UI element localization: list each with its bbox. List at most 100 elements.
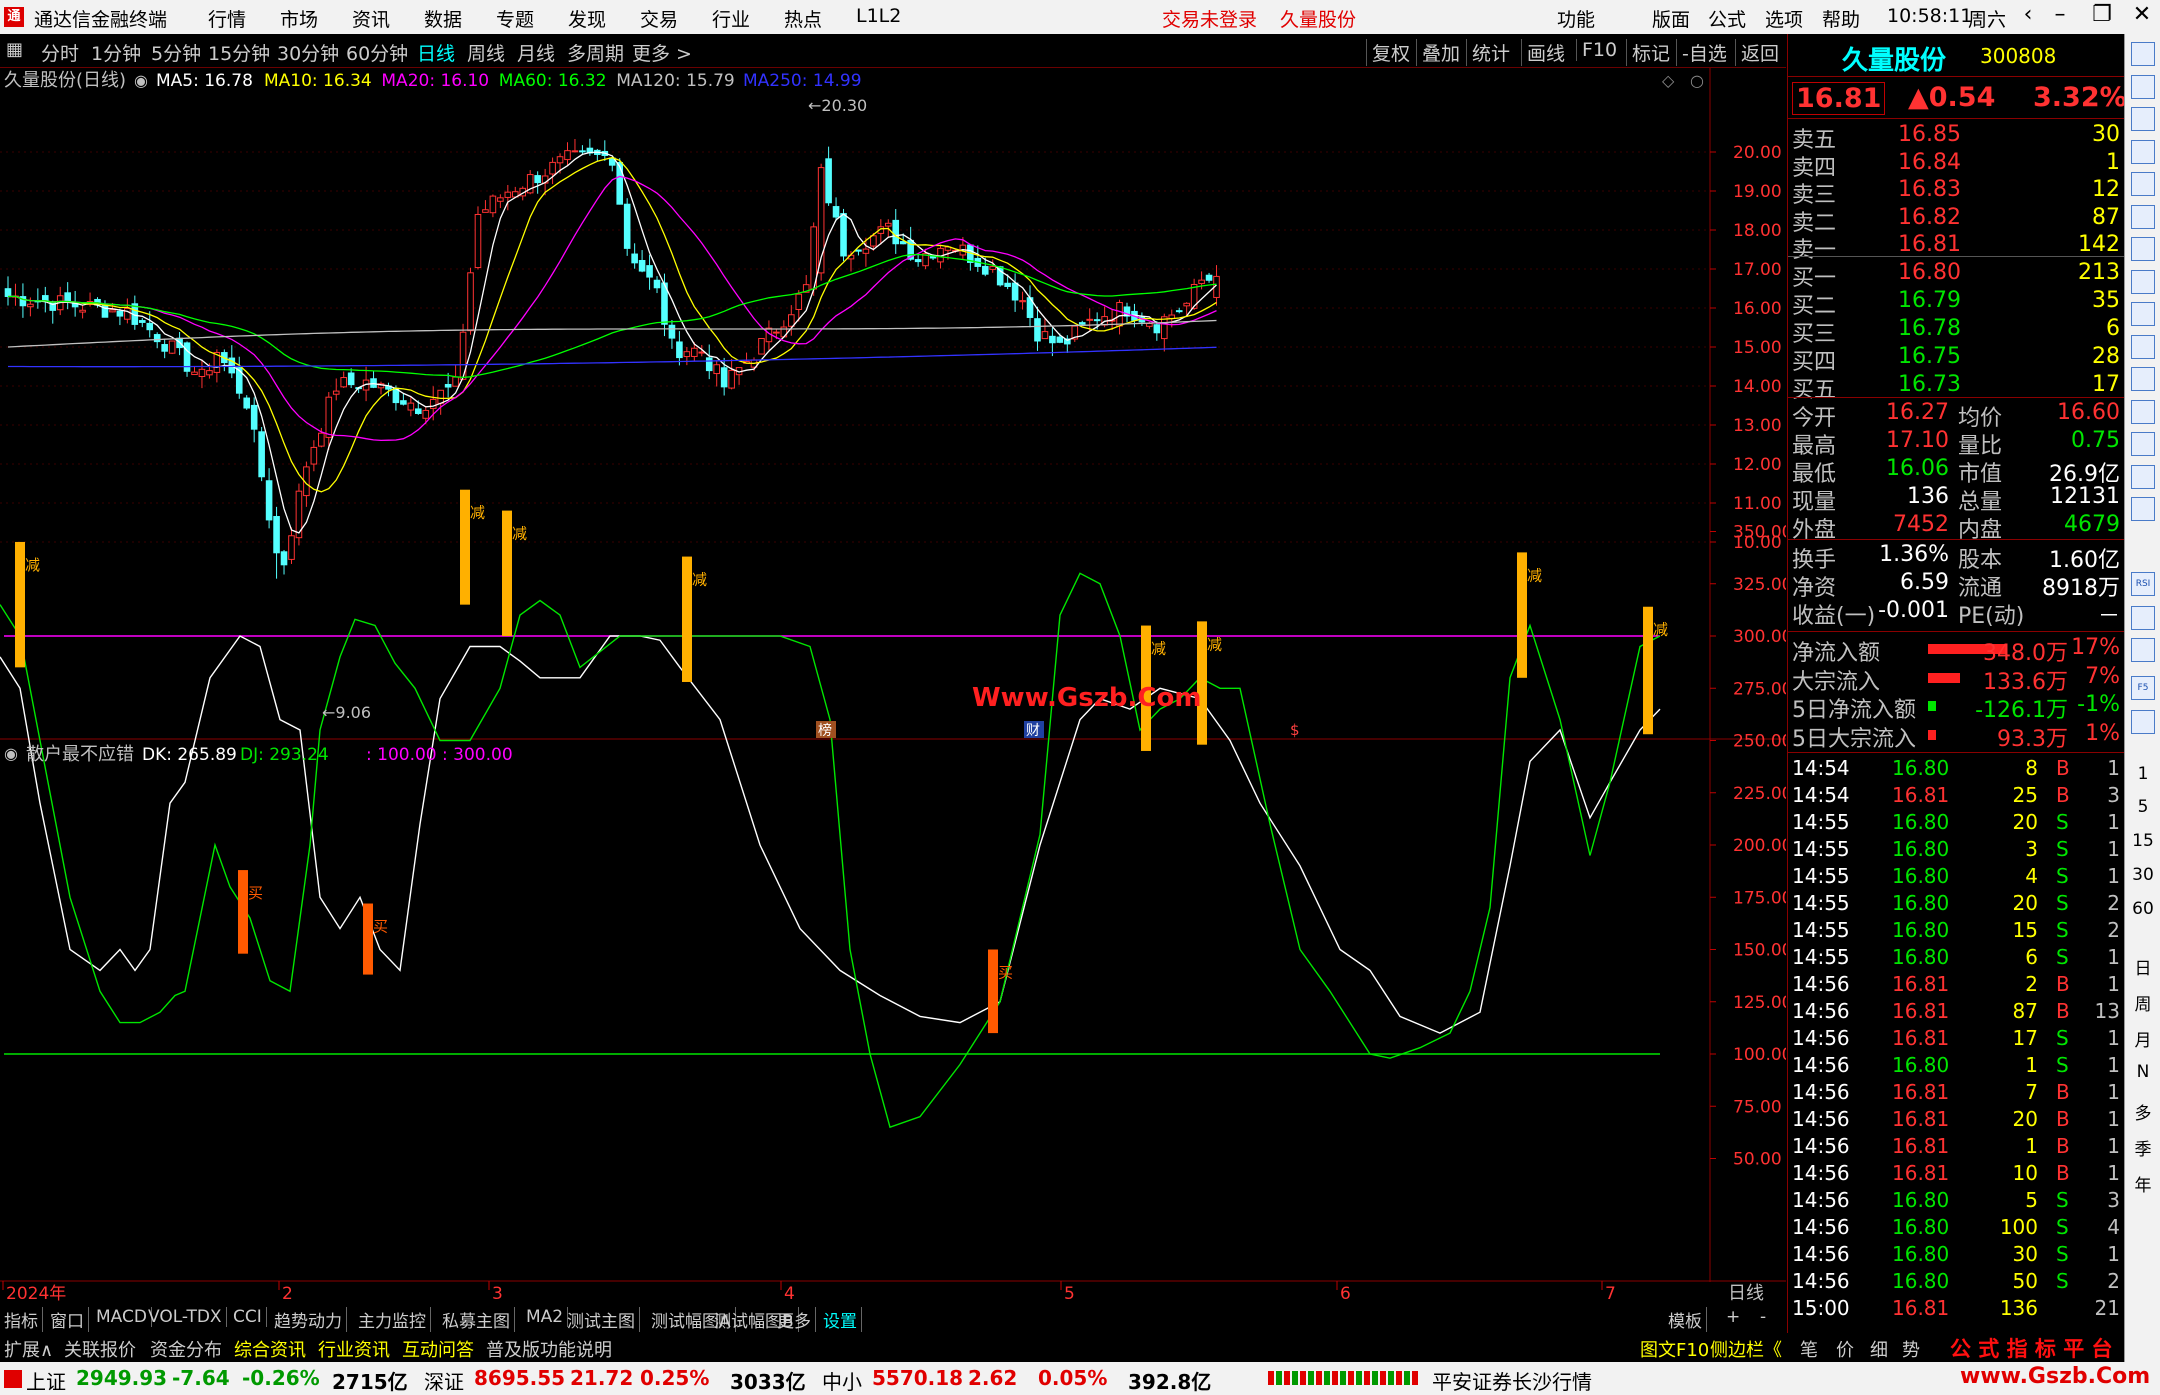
remove-pane-button[interactable]: - xyxy=(1760,1307,1770,1327)
f12-icon[interactable] xyxy=(2131,432,2155,456)
info-right-4[interactable]: 细 xyxy=(1870,1336,1888,1362)
btn-diejia[interactable]: 叠加 xyxy=(1416,39,1460,66)
sidebar-period-1[interactable]: 5 xyxy=(2125,797,2160,817)
indicator-tab-5[interactable]: 趋势动力 xyxy=(274,1307,347,1332)
bid-price[interactable]: 16.79 xyxy=(1898,288,1961,313)
index-name[interactable]: 深证 xyxy=(424,1366,464,1395)
indicator-tab-3[interactable]: VOL-TDX xyxy=(148,1307,227,1327)
table-icon[interactable] xyxy=(2131,139,2155,164)
event-dollar-label[interactable]: $ xyxy=(1290,721,1300,739)
menu-shuju[interactable]: 数据 xyxy=(424,5,462,32)
f5-icon[interactable]: F5 xyxy=(2131,676,2155,700)
indicator-tab-1[interactable]: 窗口 xyxy=(50,1307,89,1332)
drag-icon[interactable] xyxy=(2131,606,2155,630)
doc-icon[interactable] xyxy=(2131,367,2155,391)
info-right-1[interactable]: 侧边栏《 xyxy=(1710,1336,1782,1362)
menu-gongshi[interactable]: 公式 xyxy=(1708,5,1746,32)
tab-fenshi[interactable]: 分时 xyxy=(41,39,79,66)
grid-icon[interactable] xyxy=(2131,302,2155,326)
sidebar-period-9[interactable]: 多 xyxy=(2125,1099,2160,1124)
btn-biaoji[interactable]: 标记 xyxy=(1626,39,1670,66)
chart-grid-icon[interactable]: ▦ xyxy=(6,39,23,60)
tab-60min[interactable]: 60分钟 xyxy=(346,39,408,66)
ask-price[interactable]: 16.85 xyxy=(1898,122,1961,147)
ask-price[interactable]: 16.81 xyxy=(1898,232,1961,257)
sidebar-period-3[interactable]: 30 xyxy=(2125,865,2160,885)
menu-jiaoyi[interactable]: 交易 xyxy=(640,5,678,32)
ma-toggle-icon[interactable]: ◉ xyxy=(134,71,148,90)
bid-price[interactable]: 16.75 xyxy=(1898,344,1961,369)
stock-name-link[interactable]: 久量股份 xyxy=(1280,5,1356,32)
chart-area[interactable]: 减买买减减减买减 减减减 20.0019.0018.0017.0016.0015.… xyxy=(0,68,1786,1303)
tab-5min[interactable]: 5分钟 xyxy=(151,39,201,66)
chart-icon[interactable] xyxy=(2131,237,2155,261)
maximize-icon[interactable]: ❐ xyxy=(2082,2,2122,27)
btn-huaxian[interactable]: 画线 xyxy=(1521,39,1565,66)
ask-price[interactable]: 16.82 xyxy=(1898,205,1961,230)
info-tab-1[interactable]: 关联报价 xyxy=(64,1336,136,1362)
info-tab-3[interactable]: 综合资讯 xyxy=(234,1336,306,1362)
tab-monthly[interactable]: 月线 xyxy=(517,39,555,66)
report-icon[interactable] xyxy=(2131,399,2155,424)
indicator-tab-12[interactable]: 更多 xyxy=(777,1307,816,1332)
info-tab-0[interactable]: 扩展∧ xyxy=(4,1336,53,1362)
indicator-tab-9[interactable]: 测试主图 xyxy=(567,1307,640,1332)
gauge-icon[interactable] xyxy=(2131,464,2155,489)
indicator-tab-7[interactable]: 私募主图 xyxy=(442,1307,515,1332)
info-right-0[interactable]: 图文F10 xyxy=(1640,1336,1709,1362)
list-icon[interactable] xyxy=(2131,172,2155,196)
menu-gongneng[interactable]: 功能 xyxy=(1557,5,1595,32)
target-icon[interactable] xyxy=(2131,497,2155,521)
indicator-tab-0[interactable]: 指标 xyxy=(4,1307,43,1332)
template-button[interactable]: 模板 xyxy=(1668,1307,1707,1332)
sidebar-period-2[interactable]: 15 xyxy=(2125,831,2160,851)
menu-bangzhu[interactable]: 帮助 xyxy=(1822,5,1860,32)
index-name[interactable]: 中小 xyxy=(822,1366,862,1395)
ask-price[interactable]: 16.84 xyxy=(1898,150,1961,175)
index-name[interactable]: 上证 xyxy=(26,1366,66,1395)
menu-banmian[interactable]: 版面 xyxy=(1652,5,1690,32)
arrow-down-icon[interactable] xyxy=(2131,107,2155,131)
ask-price[interactable]: 16.83 xyxy=(1898,177,1961,202)
sidebar-period-0[interactable]: 1 xyxy=(2125,764,2160,784)
info-tab-2[interactable]: 资金分布 xyxy=(150,1336,222,1362)
info-right-2[interactable]: 笔 xyxy=(1800,1336,1818,1362)
menu-hangqing[interactable]: 行情 xyxy=(208,5,246,32)
info-right-5[interactable]: 势 xyxy=(1902,1336,1920,1362)
info-tab-6[interactable]: 普及版功能说明 xyxy=(486,1336,612,1362)
menu-l1l2[interactable]: L1L2 xyxy=(856,5,901,27)
tab-more[interactable]: 更多 > xyxy=(632,39,692,66)
indicator-tab-4[interactable]: CCI xyxy=(233,1307,267,1327)
bid-price[interactable]: 16.73 xyxy=(1898,372,1961,397)
chart-option-icon[interactable]: ○ xyxy=(1690,71,1704,90)
menu-xuanxiang[interactable]: 选项 xyxy=(1765,5,1803,32)
sidebar-period-7[interactable]: 月 xyxy=(2125,1026,2160,1051)
btn-fuquan[interactable]: 复权 xyxy=(1366,39,1410,66)
sidebar-period-5[interactable]: 日 xyxy=(2125,954,2160,979)
mask-icon[interactable] xyxy=(2131,710,2155,734)
info-right-3[interactable]: 价 xyxy=(1836,1336,1854,1362)
menu-zhuanti[interactable]: 专题 xyxy=(496,5,534,32)
minimize-icon[interactable]: – xyxy=(2040,2,2080,27)
add-pane-button[interactable]: + xyxy=(1726,1307,1744,1327)
refresh-icon[interactable] xyxy=(2131,42,2155,66)
sidebar-period-8[interactable]: N xyxy=(2125,1062,2160,1082)
chart-zoom-icon[interactable]: ◇ xyxy=(1662,71,1675,90)
sidebar-period-4[interactable]: 60 xyxy=(2125,899,2160,919)
close-icon[interactable]: ✕ xyxy=(2122,2,2160,27)
indicator-tab-2[interactable]: MACD xyxy=(96,1307,152,1327)
tab-30min[interactable]: 30分钟 xyxy=(277,39,339,66)
sidebar-period-6[interactable]: 周 xyxy=(2125,990,2160,1015)
bid-price[interactable]: 16.80 xyxy=(1898,260,1961,285)
btn-zixuan[interactable]: -自选 xyxy=(1676,39,1727,66)
menu-redian[interactable]: 热点 xyxy=(784,5,822,32)
menu-zixun[interactable]: 资讯 xyxy=(352,5,390,32)
info-tab-5[interactable]: 互动问答 xyxy=(402,1336,474,1362)
pen-icon[interactable] xyxy=(2131,638,2155,662)
trade-login-status[interactable]: 交易未登录 xyxy=(1162,5,1257,32)
tab-multi-period[interactable]: 多周期 xyxy=(567,39,624,66)
arrow-up-icon[interactable] xyxy=(2131,74,2155,99)
rsi-icon[interactable]: RSI xyxy=(2131,572,2155,596)
indicator-tab-6[interactable]: 主力监控 xyxy=(358,1307,431,1332)
sidebar-period-10[interactable]: 季 xyxy=(2125,1135,2160,1160)
